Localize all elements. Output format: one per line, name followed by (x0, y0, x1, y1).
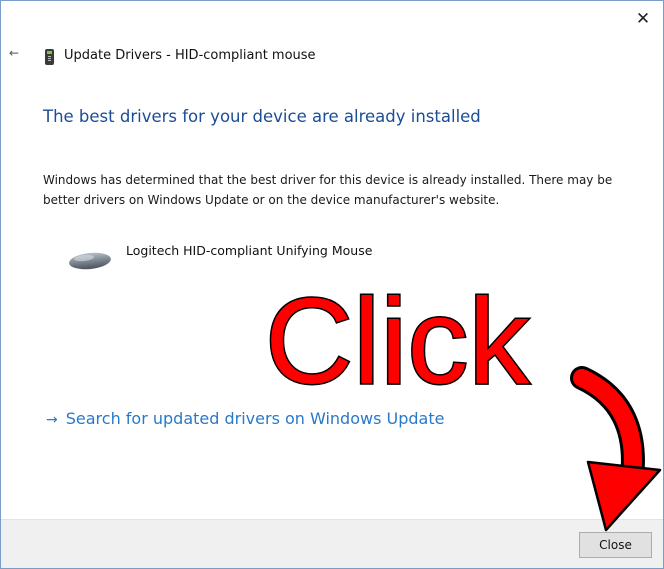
device-name: Logitech HID-compliant Unifying Mouse (126, 243, 373, 258)
page-heading: The best drivers for your device are alr… (43, 107, 481, 126)
close-window-icon[interactable]: ✕ (631, 7, 655, 31)
window-title: Update Drivers - HID-compliant mouse (64, 48, 316, 63)
mouse-icon (69, 252, 111, 270)
update-link-label: Search for updated drivers on Windows Up… (65, 409, 445, 428)
usb-device-icon (45, 49, 54, 65)
description-text: Windows has determined that the best dri… (43, 173, 613, 207)
arrow-right-icon: → (46, 412, 58, 428)
search-windows-update-link[interactable]: → Search for updated drivers on Windows U… (46, 409, 444, 428)
back-arrow-icon[interactable]: ← (9, 46, 19, 60)
dialog-footer: Close (1, 519, 663, 568)
update-drivers-window: ✕ ← Update Drivers - HID-compliant mouse… (0, 0, 664, 569)
close-button[interactable]: Close (579, 532, 652, 558)
